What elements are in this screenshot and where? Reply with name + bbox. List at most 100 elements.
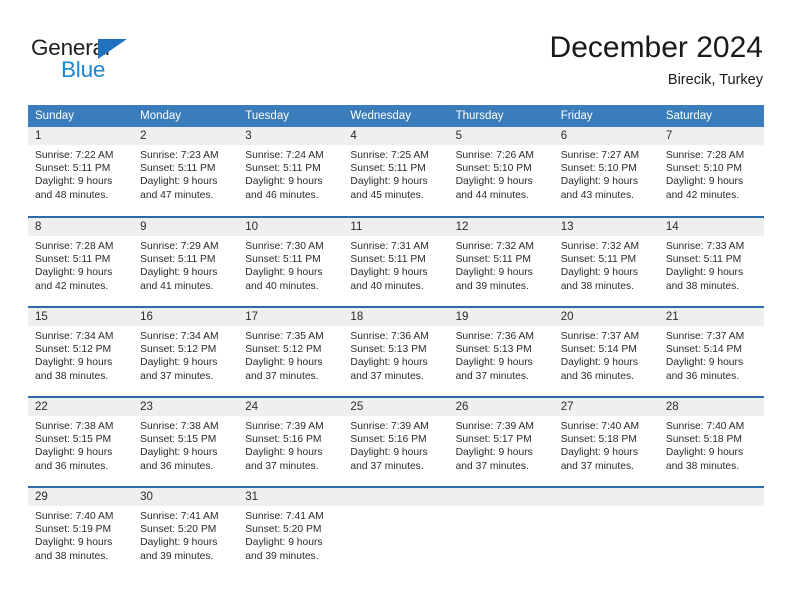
calendar-day-cell[interactable]: 7 Sunrise: 7:28 AM Sunset: 5:10 PM Daylight… [658,127,764,217]
calendar-day-cell[interactable]: 16 Sunrise: 7:34 AM Sunset: 5:12 PM Dayligh… [133,306,239,397]
day-number: 26 [448,398,554,416]
daylight-duration-line2: and 45 minutes. [350,189,424,201]
calendar-day-cell[interactable]: 20 Sunrise: 7:37 AM Sunset: 5:14 PM Dayligh… [553,306,659,397]
calendar-day-cell[interactable]: 27 Sunrise: 7:40 AM Sunset: 5:18 PM Dayligh… [553,396,659,487]
calendar-day-cell[interactable]: 10 Sunrise: 7:30 AM Sunset: 5:11 PM Dayligh… [238,216,344,307]
calendar-day-cell[interactable]: 9 Sunrise: 7:29 AM Sunset: 5:11 PM Daylight… [133,216,239,307]
calendar-day-cell[interactable]: 15 Sunrise: 7:34 AM Sunset: 5:12 PM Dayligh… [28,306,134,397]
daylight-duration-line1: Daylight: 9 hours [350,357,428,369]
calendar-day-cell[interactable]: 6 Sunrise: 7:27 AM Sunset: 5:10 PM Daylight… [553,127,659,217]
calendar-day-cell[interactable]: 3 Sunrise: 7:24 AM Sunset: 5:11 PM Daylight… [238,127,344,217]
day-number: 27 [553,398,659,416]
daylight-duration-line2: and 44 minutes. [455,189,529,201]
calendar-day-cell[interactable]: 5 Sunrise: 7:26 AM Sunset: 5:10 PM Daylight… [448,127,554,217]
calendar-day-cell[interactable]: 14 Sunrise: 7:33 AM Sunset: 5:11 PM Dayligh… [658,216,764,307]
calendar-day-cell[interactable]: 19 Sunrise: 7:36 AM Sunset: 5:13 PM Dayligh… [448,306,554,397]
day-box: 27 Sunrise: 7:40 AM Sunset: 5:18 PM Dayligh… [553,398,659,486]
day-info [343,506,448,510]
calendar-day-cell[interactable]: 22 Sunrise: 7:38 AM Sunset: 5:15 PM Dayligh… [28,396,134,487]
sunset-time: Sunset: 5:16 PM [350,434,427,446]
calendar-day-cell[interactable]: 17 Sunrise: 7:35 AM Sunset: 5:12 PM Dayligh… [238,306,344,397]
calendar-day-cell[interactable]: 21 Sunrise: 7:37 AM Sunset: 5:14 PM Dayligh… [658,306,764,397]
daylight-duration-line1: Daylight: 9 hours [455,267,533,279]
day-number [553,488,659,506]
day-number: 14 [658,218,764,236]
sunrise-time: Sunrise: 7:22 AM [35,150,114,161]
day-info: Sunrise: 7:28 AM Sunset: 5:10 PM Daylight:… [659,145,764,202]
day-number: 22 [28,398,134,416]
sunset-time: Sunset: 5:11 PM [350,254,426,266]
day-number: 12 [448,218,554,236]
day-number: 9 [133,218,239,236]
calendar-day-cell[interactable]: 12 Sunrise: 7:32 AM Sunset: 5:11 PM Dayligh… [448,216,554,307]
day-info: Sunrise: 7:30 AM Sunset: 5:11 PM Daylight:… [238,236,343,293]
calendar-day-cell[interactable]: 26 Sunrise: 7:39 AM Sunset: 5:17 PM Dayligh… [448,396,554,487]
calendar-day-cell[interactable]: 8 Sunrise: 7:28 AM Sunset: 5:11 PM Daylight… [28,216,134,307]
day-box: 21 Sunrise: 7:37 AM Sunset: 5:14 PM Dayligh… [658,308,764,396]
sunrise-time: Sunrise: 7:32 AM [455,241,534,252]
calendar-day-cell[interactable]: 29 Sunrise: 7:40 AM Sunset: 5:19 PM Dayligh… [28,486,134,577]
calendar-day-cell[interactable] [658,486,764,577]
calendar-day-cell[interactable] [343,486,449,577]
day-number [448,488,554,506]
calendar-week-row: 22 Sunrise: 7:38 AM Sunset: 5:15 PM Dayligh… [28,396,764,487]
calendar-day-cell[interactable] [448,486,554,577]
sunset-time: Sunset: 5:14 PM [560,344,637,356]
sunset-time: Sunset: 5:15 PM [140,434,217,446]
page-header: General Blue December 2024 Birecik, Turk… [0,0,792,100]
daylight-duration-line2: and 38 minutes. [665,460,740,472]
day-box: 24 Sunrise: 7:39 AM Sunset: 5:16 PM Dayligh… [238,398,344,486]
sunset-time: Sunset: 5:11 PM [140,163,216,175]
daylight-duration-line1: Daylight: 9 hours [560,267,638,279]
title-block: December 2024 Birecik, Turkey [550,30,763,90]
calendar-day-cell[interactable]: 23 Sunrise: 7:38 AM Sunset: 5:15 PM Dayligh… [133,396,239,487]
daylight-duration-line1: Daylight: 9 hours [35,176,113,188]
day-number: 31 [238,488,344,506]
calendar-day-cell[interactable]: 31 Sunrise: 7:41 AM Sunset: 5:20 PM Dayligh… [238,486,344,577]
calendar-day-cell[interactable] [553,486,659,577]
calendar-day-cell[interactable]: 18 Sunrise: 7:36 AM Sunset: 5:13 PM Dayligh… [343,306,449,397]
calendar-day-cell[interactable]: 30 Sunrise: 7:41 AM Sunset: 5:20 PM Dayligh… [133,486,239,577]
daylight-duration-line2: and 37 minutes. [245,460,319,472]
sunset-time: Sunset: 5:11 PM [245,254,321,266]
daylight-duration-line1: Daylight: 9 hours [560,357,638,369]
day-number: 4 [343,127,449,145]
day-info [554,506,659,510]
day-box [658,488,764,577]
day-box: 20 Sunrise: 7:37 AM Sunset: 5:14 PM Dayligh… [553,308,659,396]
sunset-time: Sunset: 5:20 PM [140,524,217,536]
daylight-duration-line2: and 37 minutes. [350,370,424,382]
day-box: 23 Sunrise: 7:38 AM Sunset: 5:15 PM Dayligh… [133,398,239,486]
calendar-day-cell[interactable]: 11 Sunrise: 7:31 AM Sunset: 5:11 PM Dayligh… [343,216,449,307]
calendar-day-cell[interactable]: 1 Sunrise: 7:22 AM Sunset: 5:11 PM Daylight… [28,127,134,217]
calendar-day-cell[interactable]: 25 Sunrise: 7:39 AM Sunset: 5:16 PM Dayligh… [343,396,449,487]
day-info: Sunrise: 7:36 AM Sunset: 5:13 PM Daylight:… [343,326,448,383]
daylight-duration-line2: and 39 minutes. [245,550,319,562]
weekday-header-monday: Monday [133,105,239,127]
day-info: Sunrise: 7:34 AM Sunset: 5:12 PM Daylight:… [28,326,133,383]
sunrise-time: Sunrise: 7:35 AM [245,331,324,342]
sunrise-time: Sunrise: 7:37 AM [560,331,640,342]
daylight-duration-line1: Daylight: 9 hours [665,267,744,279]
calendar-day-cell[interactable]: 28 Sunrise: 7:40 AM Sunset: 5:18 PM Dayligh… [658,396,764,487]
sunrise-time: Sunrise: 7:39 AM [350,421,429,432]
day-info: Sunrise: 7:26 AM Sunset: 5:10 PM Daylight:… [449,145,554,202]
sunset-time: Sunset: 5:11 PM [245,163,321,175]
day-number: 5 [448,127,554,145]
sunset-time: Sunset: 5:11 PM [35,163,111,175]
sunrise-time: Sunrise: 7:40 AM [560,421,640,432]
day-number: 13 [553,218,659,236]
weekday-header-saturday: Saturday [658,105,764,127]
daylight-duration-line2: and 38 minutes. [35,370,109,382]
sunset-time: Sunset: 5:20 PM [245,524,322,536]
calendar-table: Sunday Monday Tuesday Wednesday Thursday… [28,105,764,577]
calendar-day-cell[interactable]: 2 Sunrise: 7:23 AM Sunset: 5:11 PM Daylight… [133,127,239,217]
calendar-day-cell[interactable]: 13 Sunrise: 7:32 AM Sunset: 5:11 PM Dayligh… [553,216,659,307]
daylight-duration-line2: and 36 minutes. [560,370,634,382]
day-box: 22 Sunrise: 7:38 AM Sunset: 5:15 PM Dayligh… [28,398,134,486]
day-box: 1 Sunrise: 7:22 AM Sunset: 5:11 PM Daylight… [28,127,134,216]
page-title: December 2024 [549,31,763,64]
calendar-day-cell[interactable]: 24 Sunrise: 7:39 AM Sunset: 5:16 PM Dayligh… [238,396,344,487]
calendar-day-cell[interactable]: 4 Sunrise: 7:25 AM Sunset: 5:11 PM Daylight… [343,127,449,217]
day-info: Sunrise: 7:24 AM Sunset: 5:11 PM Daylight:… [238,145,343,202]
